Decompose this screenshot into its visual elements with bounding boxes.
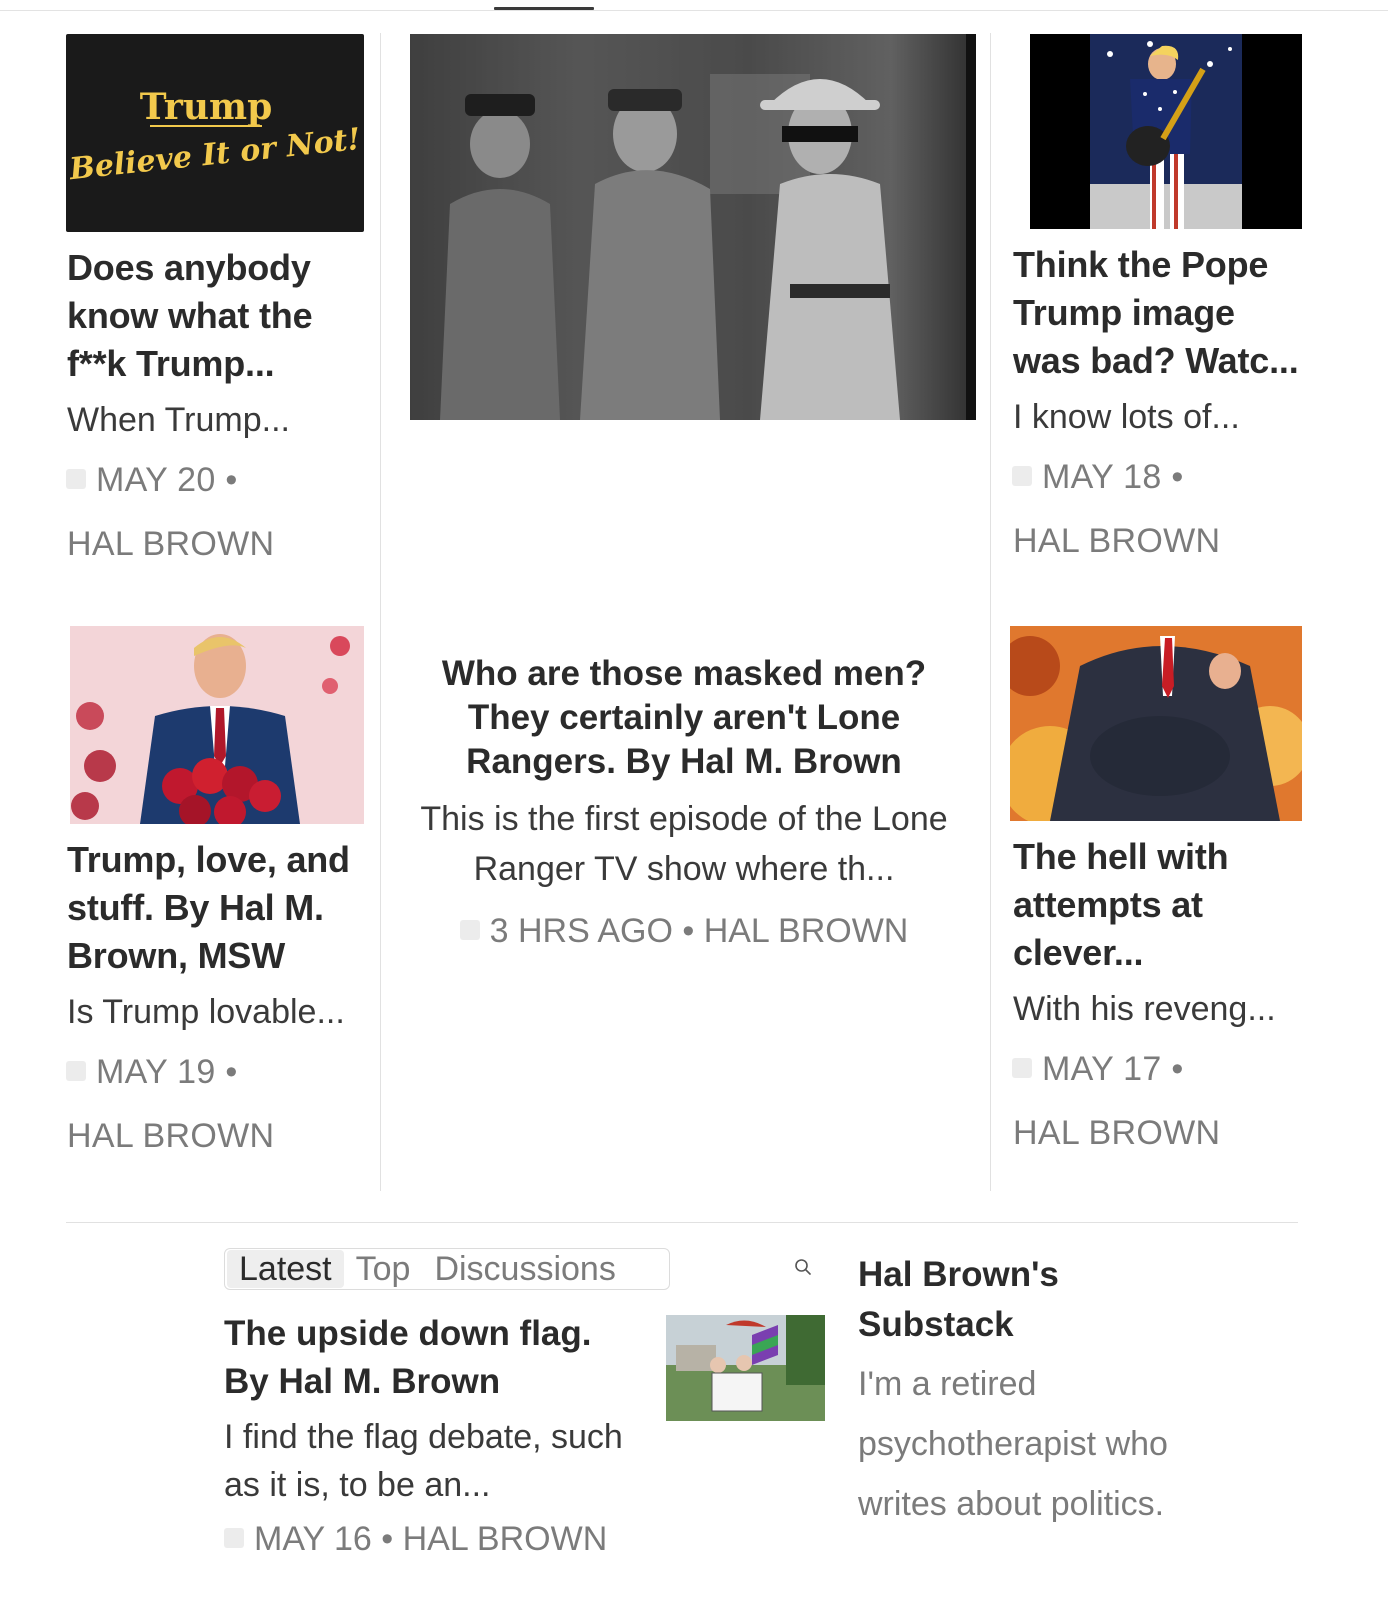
card-author[interactable]: HAL BROWN xyxy=(67,522,274,566)
guitar-trump-photo xyxy=(1090,34,1242,229)
card-thumbnail-hell-with[interactable] xyxy=(1010,626,1302,821)
avatar-icon xyxy=(66,469,86,490)
protest-sign-photo xyxy=(666,1315,825,1421)
latest-post-title[interactable]: The upside down flag. By Hal M. Brown xyxy=(224,1310,644,1406)
section-divider xyxy=(66,1222,1298,1223)
svg-text:Trump: Trump xyxy=(140,86,273,128)
featured-subtitle: This is the first episode of the Lone Ra… xyxy=(420,800,948,888)
search-icon[interactable] xyxy=(794,1258,812,1276)
active-tab-indicator xyxy=(494,7,594,10)
column-divider-right xyxy=(990,33,991,1191)
believe-it-or-not-logo: Trump Believe It or Not! xyxy=(67,86,362,187)
card-subtitle: When Trump... xyxy=(67,401,290,439)
card-date: MAY 17 • xyxy=(1012,1047,1184,1091)
avatar-icon xyxy=(1012,466,1032,487)
tab-top[interactable]: Top xyxy=(344,1250,423,1288)
card-date: MAY 20 • xyxy=(66,458,238,502)
column-divider-left xyxy=(380,33,381,1191)
card-author[interactable]: HAL BROWN xyxy=(1013,1111,1220,1155)
card-subtitle: With his reveng... xyxy=(1013,990,1276,1028)
post-filter-tabs: Latest Top Discussions xyxy=(224,1248,670,1290)
top-divider xyxy=(0,10,1388,11)
avatar-icon xyxy=(66,1061,86,1082)
featured-title[interactable]: Who are those masked men? They certainly… xyxy=(408,652,960,784)
card-title[interactable]: Does anybody know what the f**k Trump... xyxy=(67,244,357,388)
card-author[interactable]: HAL BROWN xyxy=(1013,519,1220,563)
trump-fire-illustration xyxy=(1010,626,1302,821)
trump-roses-illustration xyxy=(70,626,364,824)
card-date: MAY 18 • xyxy=(1012,455,1184,499)
card-subtitle: I know lots of... xyxy=(1013,398,1240,436)
tab-latest[interactable]: Latest xyxy=(227,1250,344,1288)
masked-men-photo xyxy=(410,34,976,420)
tab-discussions[interactable]: Discussions xyxy=(422,1250,627,1288)
card-title[interactable]: Trump, love, and stuff. By Hal M. Brown,… xyxy=(67,836,367,980)
card-title[interactable]: Think the Pope Trump image was bad? Watc… xyxy=(1013,241,1303,385)
card-thumbnail-trump-love[interactable] xyxy=(70,626,364,824)
card-title[interactable]: The hell with attempts at clever... xyxy=(1013,833,1303,977)
avatar-icon xyxy=(224,1528,244,1549)
latest-post-meta: MAY 16 • HAL BROWN xyxy=(224,1520,607,1559)
avatar-icon xyxy=(459,920,480,941)
publication-description: I'm a retired psychotherapist who writes… xyxy=(858,1365,1168,1523)
svg-text:Believe It or Not!: Believe It or Not! xyxy=(67,122,362,187)
card-date: MAY 19 • xyxy=(66,1050,238,1094)
card-subtitle: Is Trump lovable... xyxy=(67,993,345,1031)
avatar-icon xyxy=(1012,1058,1032,1079)
featured-thumbnail[interactable] xyxy=(410,34,976,420)
publication-title[interactable]: Hal Brown's Substack xyxy=(858,1250,1178,1350)
card-author[interactable]: HAL BROWN xyxy=(67,1114,274,1158)
featured-meta: 3 HRS AGO • HAL BROWN xyxy=(408,912,960,951)
latest-post-subtitle: I find the flag debate, such as it is, t… xyxy=(224,1418,623,1504)
card-thumbnail-trump-believe-it[interactable]: Trump Believe It or Not! xyxy=(66,34,364,232)
card-thumbnail-pope-trump[interactable] xyxy=(1030,34,1302,229)
latest-post-thumbnail[interactable] xyxy=(666,1315,825,1421)
